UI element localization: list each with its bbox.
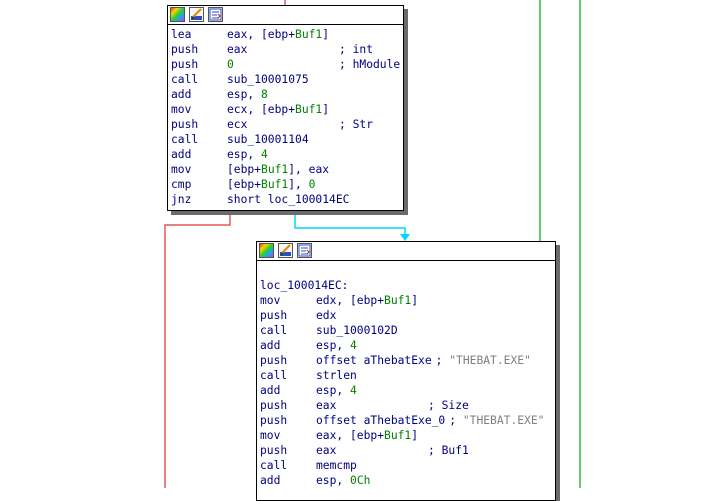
instruction-mnemonic: mov — [260, 429, 281, 442]
instruction-line[interactable]: add esp, 8 — [171, 87, 403, 102]
rename-node-icon[interactable] — [278, 243, 293, 258]
instruction-line[interactable]: push eax ; Size — [260, 398, 555, 413]
instruction-operand: eax — [227, 43, 248, 56]
instruction-operand: eax — [316, 444, 337, 457]
instruction-mnemonic: jnz — [171, 193, 192, 206]
instruction-operand: esp, 8 — [227, 88, 268, 101]
instruction-mnemonic: push — [260, 309, 288, 322]
instruction-mnemonic: call — [171, 73, 199, 86]
instruction-line[interactable]: push ecx ; Str — [171, 117, 403, 132]
instruction-line[interactable]: add esp, 4 — [260, 383, 555, 398]
instruction-line[interactable]: add esp, 4 — [260, 338, 555, 353]
instruction-line[interactable]: call sub_1000102D — [260, 323, 555, 338]
graph-view-icon[interactable] — [297, 243, 312, 258]
instruction-line[interactable]: call sub_10001075 — [171, 72, 403, 87]
instruction-mnemonic: push — [260, 399, 288, 412]
instruction-mnemonic: lea — [171, 28, 192, 41]
instruction-operand: sub_10001075 — [227, 73, 309, 86]
instruction-mnemonic: add — [260, 384, 281, 397]
instruction-line[interactable]: push offset aThebatExe; "THEBAT.EXE" — [260, 353, 555, 368]
instruction-operand: esp, 4 — [316, 339, 357, 352]
instruction-comment: ; "THEBAT.EXE" — [449, 414, 545, 427]
instruction-line[interactable]: mov eax, [ebp+Buf1] — [260, 428, 555, 443]
instruction-mnemonic: cmp — [171, 178, 192, 191]
instruction-operand: memcmp — [316, 459, 357, 472]
instruction-mnemonic: mov — [171, 163, 192, 176]
instruction-line[interactable]: add esp, 0Ch — [260, 473, 555, 488]
block2-code: loc_100014EC: mov edx, [ebp+Buf1] push edx c… — [257, 261, 555, 488]
instruction-mnemonic: call — [260, 459, 288, 472]
instruction-operand: eax — [316, 399, 337, 412]
instruction-line[interactable]: push edx — [260, 308, 555, 323]
ida-graph-view[interactable]: lea eax, [ebp+Buf1] push eax ; int push 0 ; hMo… — [0, 0, 706, 501]
code-block-1[interactable]: lea eax, [ebp+Buf1] push eax ; int push 0 ; hMo… — [167, 5, 404, 211]
instruction-mnemonic: add — [171, 148, 192, 161]
instruction-mnemonic: push — [260, 444, 288, 457]
instruction-operand: [ebp+Buf1], eax — [227, 163, 330, 176]
instruction-comment: ; int — [339, 43, 374, 56]
instruction-operand: esp, 0Ch — [316, 474, 371, 487]
instruction-operand: ecx, [ebp+Buf1] — [227, 103, 330, 116]
instruction-line[interactable]: push eax ; int — [171, 42, 403, 57]
edge-true-branch — [294, 213, 406, 236]
instruction-comment: ; hModule — [339, 58, 401, 71]
instruction-operand: offset aThebatExe — [316, 354, 432, 367]
instruction-line[interactable]: mov edx, [ebp+Buf1] — [260, 293, 555, 308]
instruction-mnemonic: add — [171, 88, 192, 101]
instruction-operand: 0 — [227, 58, 234, 71]
instruction-operand: offset aThebatExe_0 — [316, 414, 446, 427]
block1-code: lea eax, [ebp+Buf1] push eax ; int push 0 ; hMo… — [168, 25, 403, 207]
color-palette-icon[interactable] — [170, 7, 185, 22]
instruction-mnemonic: push — [260, 354, 288, 367]
instruction-mnemonic: mov — [260, 294, 281, 307]
instruction-line[interactable]: call memcmp — [260, 458, 555, 473]
instruction-mnemonic: push — [260, 414, 288, 427]
block2-label[interactable]: loc_100014EC: — [260, 278, 555, 293]
instruction-operand: [ebp+Buf1], 0 — [227, 178, 316, 191]
instruction-mnemonic: call — [260, 369, 288, 382]
instruction-mnemonic: push — [171, 118, 199, 131]
instruction-operand: eax, [ebp+Buf1] — [227, 28, 330, 41]
instruction-mnemonic: add — [260, 474, 281, 487]
instruction-mnemonic: add — [260, 339, 281, 352]
instruction-operand: sub_1000102D — [316, 324, 398, 337]
instruction-line[interactable]: cmp [ebp+Buf1], 0 — [171, 177, 403, 192]
block2-toolbar — [257, 242, 555, 261]
instruction-mnemonic: call — [260, 324, 288, 337]
color-palette-icon[interactable] — [259, 243, 274, 258]
instruction-line[interactable]: mov ecx, [ebp+Buf1] — [171, 102, 403, 117]
instruction-operand: esp, 4 — [316, 384, 357, 397]
instruction-operand: short loc_100014EC — [227, 193, 350, 206]
instruction-comment: ; Buf1 — [428, 444, 469, 457]
instruction-operand: strlen — [316, 369, 357, 382]
instruction-line[interactable]: lea eax, [ebp+Buf1] — [171, 27, 403, 42]
instruction-line[interactable]: add esp, 4 — [171, 147, 403, 162]
instruction-operand: esp, 4 — [227, 148, 268, 161]
instruction-operand: edx — [316, 309, 337, 322]
graph-view-icon[interactable] — [208, 7, 223, 22]
edge-false-branch — [164, 213, 231, 488]
instruction-operand: edx, [ebp+Buf1] — [316, 294, 419, 307]
instruction-line[interactable]: push offset aThebatExe_0; "THEBAT.EXE" — [260, 413, 555, 428]
block1-toolbar — [168, 6, 403, 25]
code-block-2[interactable]: loc_100014EC: mov edx, [ebp+Buf1] push edx c… — [256, 241, 556, 501]
instruction-mnemonic: push — [171, 43, 199, 56]
instruction-line[interactable]: call strlen — [260, 368, 555, 383]
instruction-operand: eax, [ebp+Buf1] — [316, 429, 419, 442]
instruction-comment: ; Size — [428, 399, 469, 412]
instruction-line[interactable]: mov [ebp+Buf1], eax — [171, 162, 403, 177]
instruction-operand: ecx — [227, 118, 248, 131]
rename-node-icon[interactable] — [189, 7, 204, 22]
instruction-line[interactable]: push eax ; Buf1 — [260, 443, 555, 458]
instruction-mnemonic: mov — [171, 103, 192, 116]
instruction-comment: ; Str — [339, 118, 374, 131]
instruction-line[interactable]: jnz short loc_100014EC — [171, 192, 403, 207]
instruction-line[interactable]: push 0 ; hModule — [171, 57, 403, 72]
instruction-comment: ; "THEBAT.EXE" — [435, 354, 531, 367]
instruction-mnemonic: call — [171, 133, 199, 146]
edge-true-arrowhead — [400, 234, 410, 241]
instruction-line[interactable]: call sub_10001104 — [171, 132, 403, 147]
instruction-operand: sub_10001104 — [227, 133, 309, 146]
instruction-mnemonic: push — [171, 58, 199, 71]
